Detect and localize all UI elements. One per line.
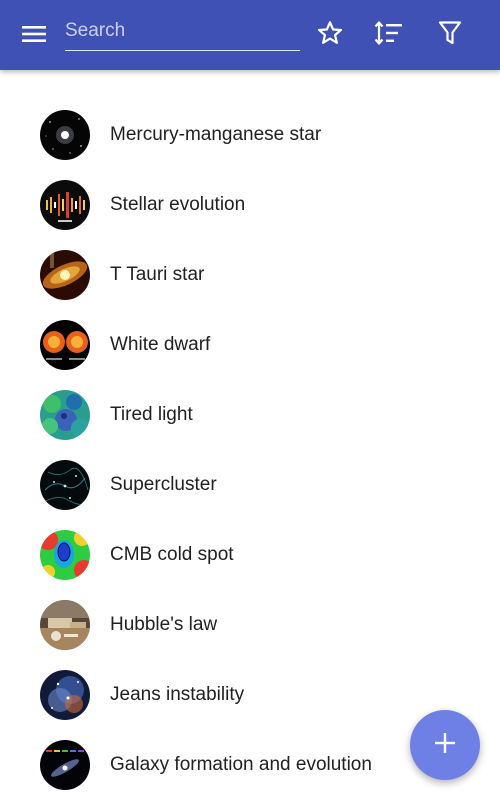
plus-icon xyxy=(433,731,457,760)
thumbnail-t-tauri-star xyxy=(40,250,90,300)
item-label: Supercluster xyxy=(110,474,217,495)
item-label: White dwarf xyxy=(110,334,211,355)
app-window: Mercury-manganese star xyxy=(0,0,500,800)
sort-icon xyxy=(374,19,404,52)
list-item[interactable]: Stellar evolution xyxy=(0,170,500,240)
list-item[interactable]: Supercluster xyxy=(0,450,500,520)
thumbnail-supercluster xyxy=(40,460,90,510)
star-outline-icon xyxy=(316,19,344,52)
item-label: CMB cold spot xyxy=(110,544,234,565)
item-label: Tired light xyxy=(110,404,193,425)
add-button[interactable] xyxy=(410,710,480,780)
thumbnail-white-dwarf xyxy=(40,320,90,370)
thumbnail-galaxy-formation-and-evolution xyxy=(40,740,90,790)
list-item[interactable]: T Tauri star xyxy=(0,240,500,310)
thumbnail-tired-light xyxy=(40,390,90,440)
thumbnail-cmb-cold-spot xyxy=(40,530,90,580)
menu-icon xyxy=(21,24,47,49)
thumbnail-hubbles-law xyxy=(40,600,90,650)
item-label: Stellar evolution xyxy=(110,194,246,215)
app-bar xyxy=(0,0,500,70)
topics-list: Mercury-manganese star Stellar evolution… xyxy=(0,100,500,800)
list-item[interactable]: White dwarf xyxy=(0,310,500,380)
thumbnail-stellar-evolution xyxy=(40,180,90,230)
list-item[interactable]: Mercury-manganese star xyxy=(0,100,500,170)
list-item[interactable]: Tired light xyxy=(0,380,500,450)
thumbnail-jeans-instability xyxy=(40,670,90,720)
favorites-button[interactable] xyxy=(310,15,350,55)
item-label: Hubble's law xyxy=(110,614,218,635)
item-label: Galaxy formation and evolution xyxy=(110,754,372,775)
filter-icon xyxy=(438,20,462,51)
search-field xyxy=(65,12,300,51)
menu-button[interactable] xyxy=(14,16,54,56)
item-label: Mercury-manganese star xyxy=(110,124,322,145)
sort-button[interactable] xyxy=(369,15,409,55)
search-input[interactable] xyxy=(65,12,300,50)
item-label: T Tauri star xyxy=(110,264,205,285)
list-item[interactable]: CMB cold spot xyxy=(0,520,500,590)
item-label: Jeans instability xyxy=(110,684,245,705)
thumbnail-mercury-manganese-star xyxy=(40,110,90,160)
list-item[interactable]: Hubble's law xyxy=(0,590,500,660)
filter-button[interactable] xyxy=(430,15,470,55)
